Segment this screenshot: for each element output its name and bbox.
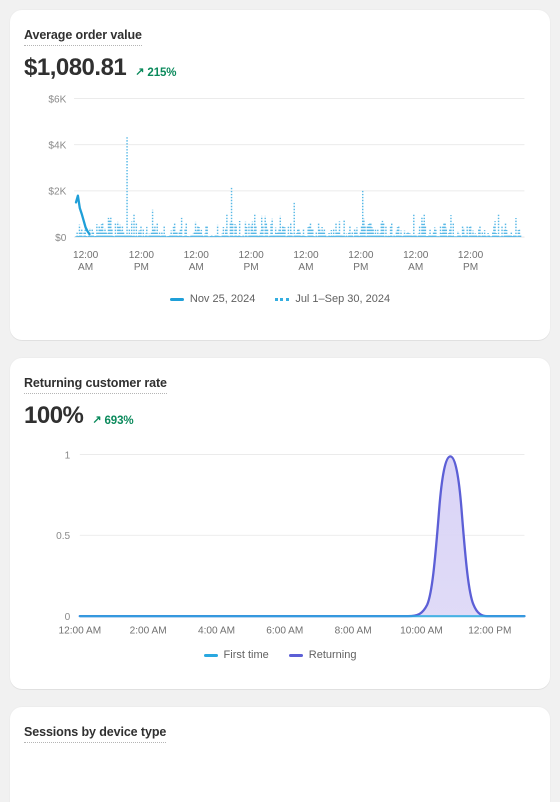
svg-text:PM: PM	[244, 262, 259, 273]
card-title-sessions-by-device-type[interactable]: Sessions by device type	[24, 725, 166, 743]
metric-delta-average-order-value: ↗ 215%	[135, 67, 176, 79]
legend-item-first-time[interactable]: First time	[203, 649, 269, 661]
ytick-2k: $2K	[48, 187, 66, 198]
series-current-day	[74, 194, 91, 236]
metric-value-returning-customer-rate: 100%	[24, 402, 84, 429]
svg-text:PM: PM	[353, 262, 368, 273]
svg-text:AM: AM	[408, 262, 423, 273]
ytick-1: 1	[65, 450, 71, 461]
legend-label-current: Nov 25, 2024	[189, 293, 256, 305]
legend-swatch-solid-icon	[169, 297, 184, 301]
chart-average-order-value[interactable]: $6K $4K $2K $0 12:00 AM 12:00 PM 12:00 AM	[24, 91, 536, 283]
svg-text:12:00: 12:00	[293, 250, 319, 261]
card-sessions-by-device-type: Sessions by device type	[10, 707, 550, 802]
svg-text:12:00 PM: 12:00 PM	[468, 625, 511, 636]
svg-text:12:00 AM: 12:00 AM	[58, 625, 101, 636]
metric-row-average-order-value: $1,080.81 ↗ 215%	[24, 55, 536, 81]
ytick-6k: $6K	[48, 94, 66, 105]
series-comparison-spikes	[75, 137, 522, 238]
svg-text:2:00 AM: 2:00 AM	[130, 625, 167, 636]
svg-text:8:00 AM: 8:00 AM	[335, 625, 372, 636]
line-chart-svg[interactable]: $6K $4K $2K $0 12:00AM 12:00PM 12:00AM 1…	[24, 91, 536, 283]
svg-text:12:00: 12:00	[458, 250, 484, 261]
svg-text:12:00: 12:00	[403, 250, 429, 261]
svg-text:12:00: 12:00	[73, 250, 99, 261]
svg-text:12:00: 12:00	[238, 250, 264, 261]
svg-text:10:00 AM: 10:00 AM	[400, 625, 443, 636]
card-returning-customer-rate: Returning customer rate 100% ↗ 693% 1 0.…	[10, 358, 550, 689]
series-returning	[78, 455, 526, 618]
svg-text:PM: PM	[463, 262, 478, 273]
legend-swatch-dotted-icon	[275, 297, 290, 301]
legend-item-returning[interactable]: Returning	[288, 649, 357, 661]
trend-up-arrow-icon: ↗	[92, 414, 102, 426]
metric-delta-value: 693%	[104, 414, 134, 427]
legend-label-returning: Returning	[308, 649, 357, 661]
card-title-average-order-value[interactable]: Average order value	[24, 28, 142, 46]
xtick-labels: 12:00 AM 2:00 AM 4:00 AM 6:00 AM 8:00 AM…	[58, 625, 511, 636]
svg-text:12:00: 12:00	[129, 250, 155, 261]
chart-returning-customer-rate[interactable]: 1 0.5 0 12:00 AM 2:00 AM 4:00 AM 6:00 AM	[24, 443, 536, 643]
ytick-0: $0	[55, 233, 67, 244]
svg-text:AM: AM	[78, 262, 93, 273]
ytick-4k: $4K	[48, 141, 66, 152]
svg-text:AM: AM	[189, 262, 204, 273]
donut-chart-svg[interactable]	[124, 761, 424, 802]
metric-value-average-order-value: $1,080.81	[24, 54, 127, 81]
svg-text:4:00 AM: 4:00 AM	[198, 625, 235, 636]
card-title-returning-customer-rate[interactable]: Returning customer rate	[24, 376, 167, 394]
metric-delta-value: 215%	[147, 66, 177, 79]
legend-label-comparison: Jul 1–Sep 30, 2024	[295, 293, 391, 305]
legend-swatch-first-time-icon	[203, 653, 218, 657]
legend-label-first-time: First time	[223, 649, 269, 661]
svg-text:6:00 AM: 6:00 AM	[266, 625, 303, 636]
chart-sessions-by-device-type[interactable]	[24, 761, 536, 802]
metric-row-returning-customer-rate: 100% ↗ 693%	[24, 403, 536, 429]
ytick-0-5: 0.5	[56, 531, 70, 542]
svg-text:AM: AM	[298, 262, 313, 273]
legend-item-current[interactable]: Nov 25, 2024	[169, 293, 256, 305]
dashboard-page: Average order value $1,080.81 ↗ 215% $6K…	[0, 0, 560, 802]
legend-swatch-returning-icon	[288, 653, 303, 657]
svg-text:12:00: 12:00	[184, 250, 210, 261]
card-average-order-value: Average order value $1,080.81 ↗ 215% $6K…	[10, 10, 550, 340]
metric-delta-returning-customer-rate: ↗ 693%	[92, 415, 133, 427]
legend-returning-customer-rate: First time Returning	[24, 649, 536, 665]
legend-item-comparison[interactable]: Jul 1–Sep 30, 2024	[275, 293, 390, 305]
svg-text:12:00: 12:00	[348, 250, 374, 261]
area-chart-svg[interactable]: 1 0.5 0 12:00 AM 2:00 AM 4:00 AM 6:00 AM	[24, 443, 536, 643]
ytick-0: 0	[65, 612, 71, 623]
trend-up-arrow-icon: ↗	[135, 66, 145, 78]
xtick-labels: 12:00AM 12:00PM 12:00AM 12:00PM 12:00AM …	[73, 250, 484, 273]
legend-average-order-value: Nov 25, 2024 Jul 1–Sep 30, 2024	[24, 293, 536, 309]
svg-text:PM: PM	[134, 262, 149, 273]
